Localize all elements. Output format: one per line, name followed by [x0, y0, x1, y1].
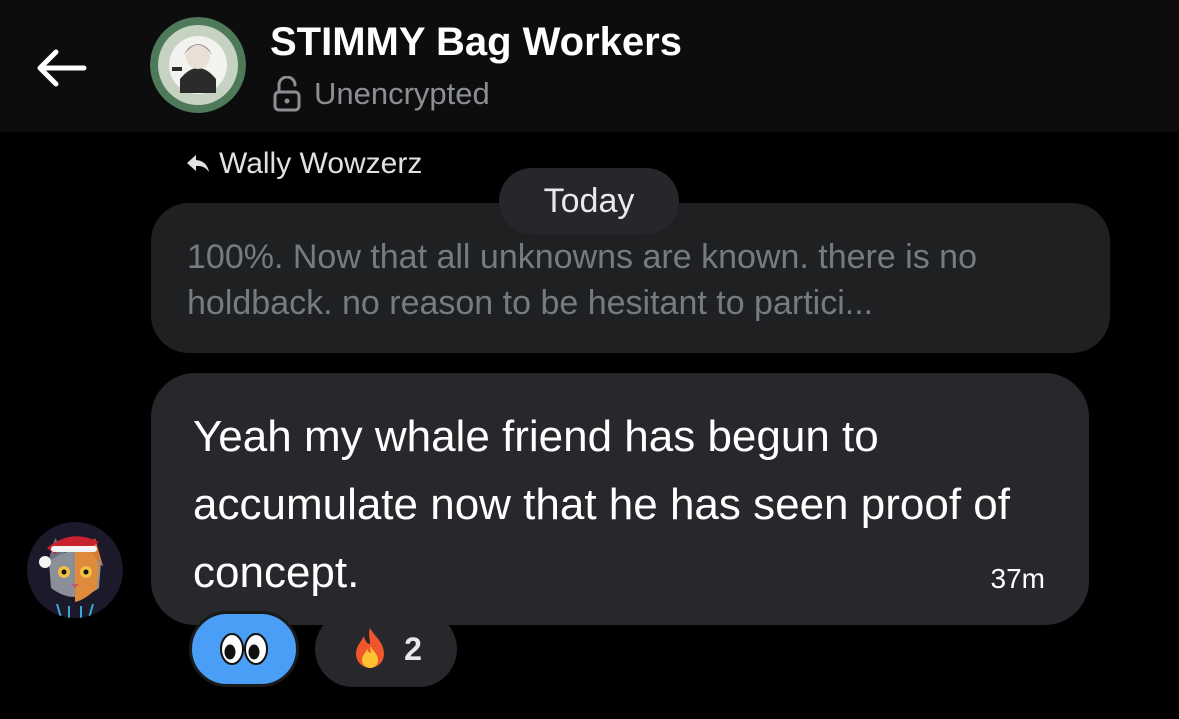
- message-bubble[interactable]: Yeah my whale friend has begun to accumu…: [151, 373, 1089, 625]
- reaction-fire-count: 2: [404, 630, 422, 667]
- reply-reference[interactable]: Wally Wowzerz: [186, 145, 422, 183]
- back-button[interactable]: [28, 38, 92, 98]
- unlocked-padlock-icon: [273, 76, 301, 112]
- reply-to-name: Wally Wowzerz: [219, 147, 423, 180]
- reaction-fire[interactable]: 2: [315, 611, 457, 687]
- sender-avatar[interactable]: [27, 522, 123, 618]
- fire-emoji-icon: [356, 628, 385, 668]
- reply-arrow-icon: [187, 155, 209, 172]
- encryption-status[interactable]: Unencrypted: [272, 74, 490, 114]
- date-separator-label: Today: [543, 181, 635, 220]
- group-avatar[interactable]: [150, 17, 246, 113]
- quoted-message-text: 100%. Now that all unknowns are known. t…: [187, 238, 978, 322]
- date-separator: Today: [499, 168, 679, 234]
- message-text: Yeah my whale friend has begun to accumu…: [193, 412, 1010, 597]
- eyes-emoji-icon: [220, 633, 268, 665]
- back-arrow-icon: [37, 49, 87, 87]
- message-timestamp: 37m: [990, 563, 1045, 594]
- chat-header: STIMMY Bag Workers Unencrypted: [0, 0, 1179, 132]
- encryption-status-label: Unencrypted: [314, 76, 490, 111]
- reaction-eyes[interactable]: [189, 611, 299, 687]
- chat-title[interactable]: STIMMY Bag Workers: [270, 20, 682, 65]
